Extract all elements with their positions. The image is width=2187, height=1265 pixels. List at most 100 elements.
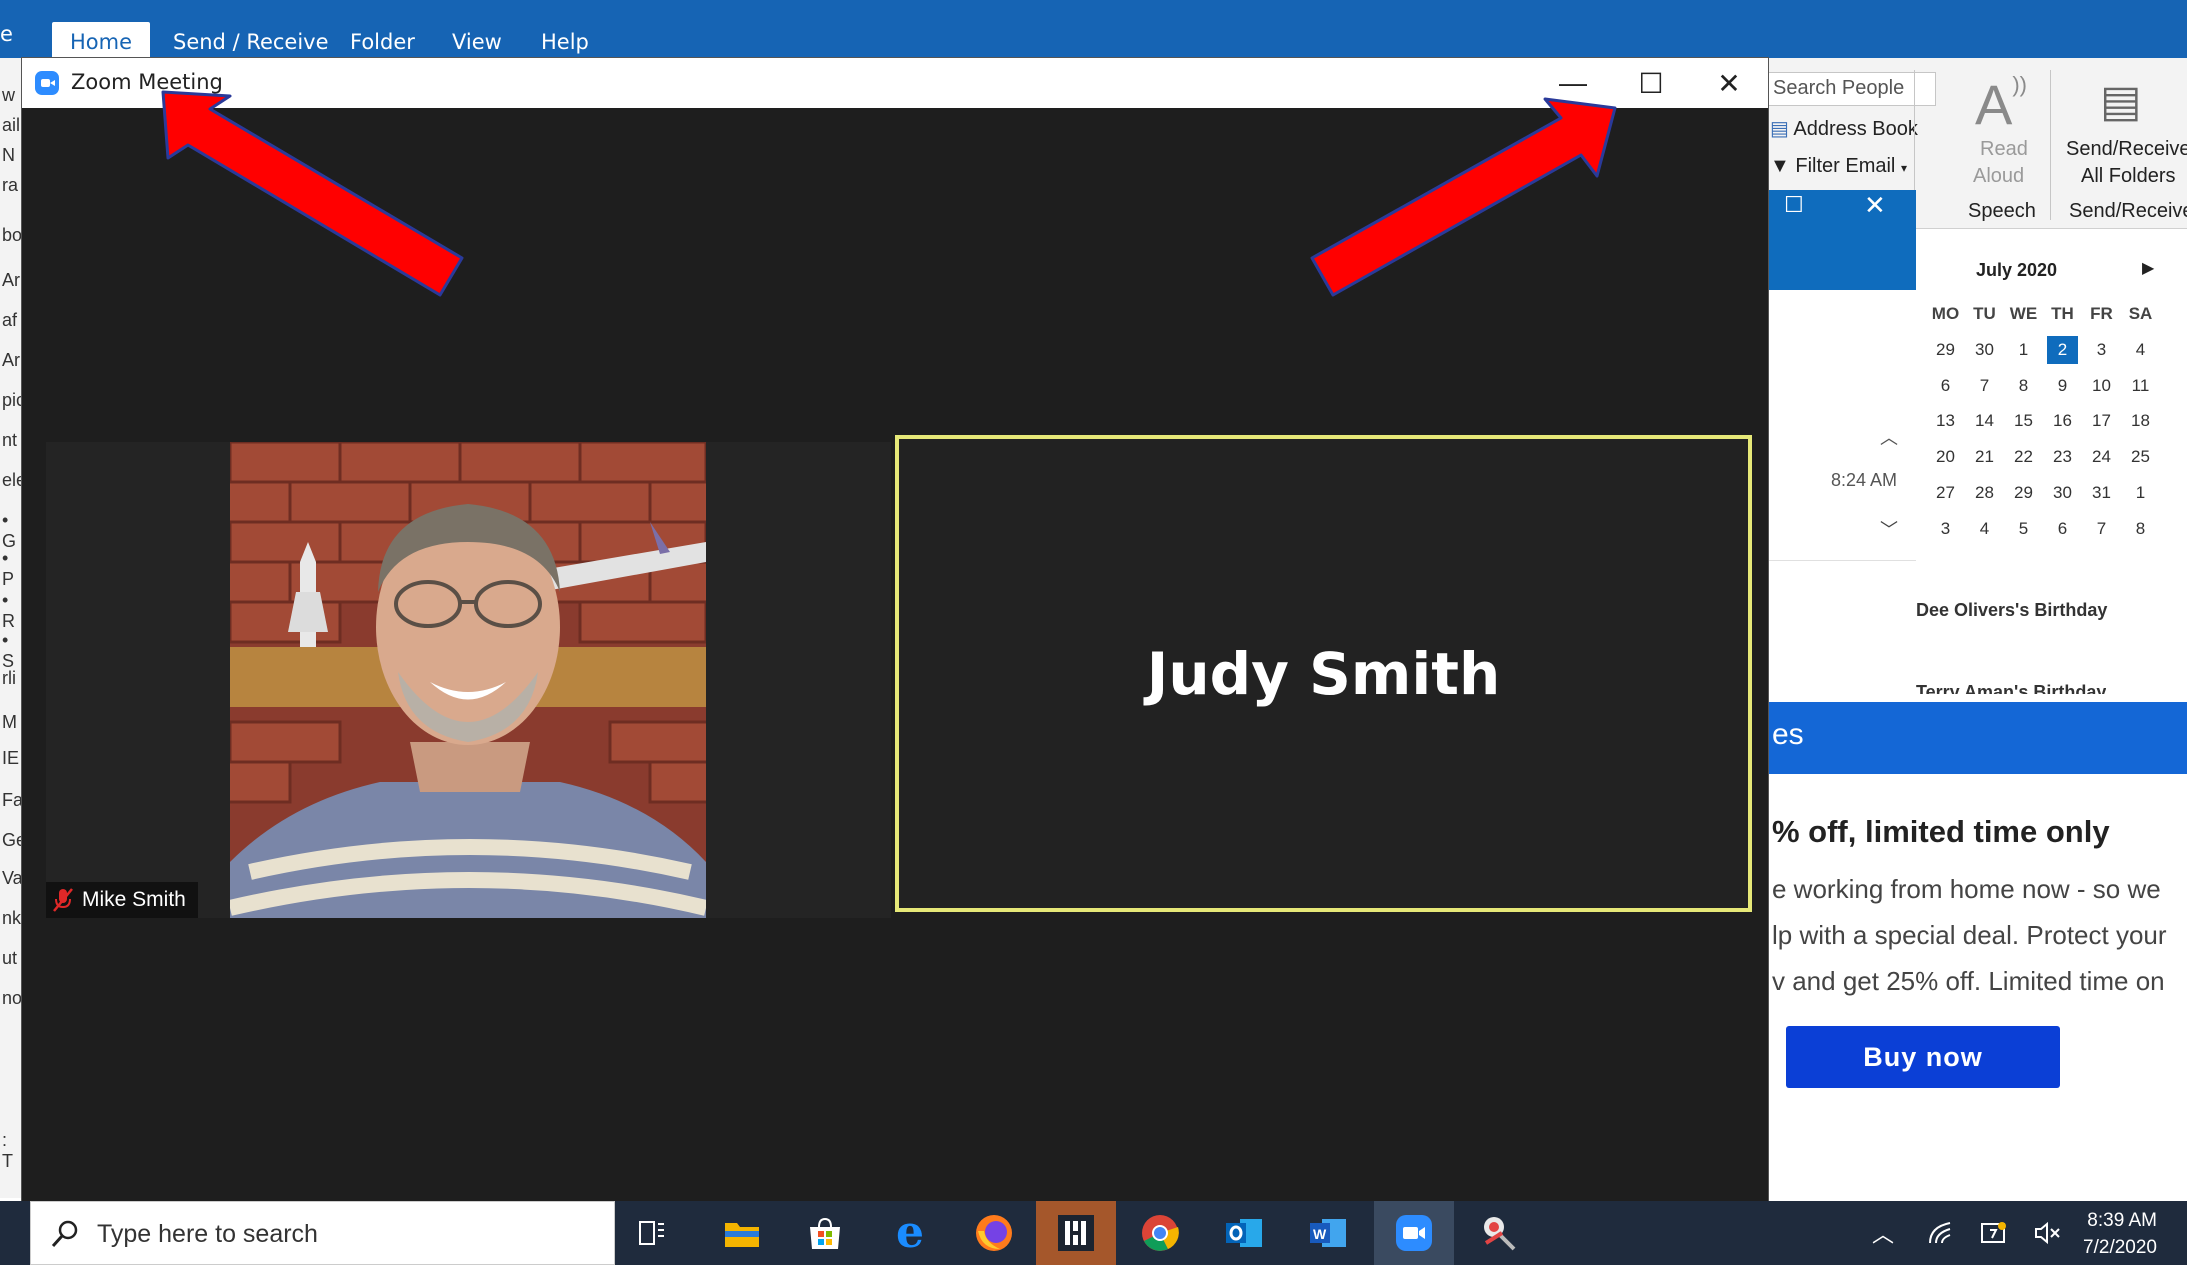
- calendar-day[interactable]: 6: [2043, 511, 2082, 547]
- folder-label-fragment[interactable]: IE: [2, 748, 19, 769]
- close-button[interactable]: ✕: [1694, 58, 1764, 108]
- calendar-day[interactable]: 10: [2082, 368, 2121, 404]
- outlook-icon[interactable]: [1222, 1211, 1266, 1255]
- folder-label-fragment[interactable]: af: [2, 310, 17, 331]
- calendar-day[interactable]: 21: [1965, 439, 2004, 475]
- folder-label-fragment[interactable]: : T: [2, 1130, 22, 1172]
- folder-label-fragment[interactable]: N: [2, 145, 15, 166]
- calendar-day[interactable]: 29: [1926, 332, 1965, 368]
- active-speaker-tile[interactable]: Judy Smith: [895, 435, 1752, 912]
- folder-label-fragment[interactable]: • P: [2, 548, 22, 590]
- folder-label-fragment[interactable]: bo: [2, 225, 22, 246]
- calendar-day[interactable]: 9: [2043, 368, 2082, 404]
- calendar-day[interactable]: 25: [2121, 439, 2160, 475]
- folder-label-fragment[interactable]: nt: [2, 430, 17, 451]
- calendar-event[interactable]: Dee Olivers's Birthday: [1916, 600, 2107, 621]
- folder-label-fragment[interactable]: Va: [2, 868, 23, 889]
- tab-home[interactable]: Home: [52, 22, 151, 58]
- calendar-day[interactable]: 20: [1926, 439, 1965, 475]
- chrome-icon[interactable]: [1138, 1211, 1182, 1255]
- search-people-input[interactable]: Search People: [1768, 72, 1936, 106]
- calendar-day[interactable]: 14: [1965, 403, 2004, 439]
- calendar-day[interactable]: 8: [2121, 511, 2160, 547]
- folder-label-fragment[interactable]: ut: [2, 948, 17, 969]
- calendar-day[interactable]: 16: [2043, 403, 2082, 439]
- peek-close-icon[interactable]: ✕: [1864, 190, 1886, 221]
- calendar-day[interactable]: 28: [1965, 475, 2004, 511]
- battery-icon[interactable]: [1980, 1201, 2008, 1265]
- taskbar-search-box[interactable]: Type here to search: [30, 1201, 615, 1265]
- send-receive-label-1[interactable]: Send/Receive: [2066, 138, 2187, 161]
- calendar-day[interactable]: 1: [2121, 475, 2160, 511]
- calendar-day[interactable]: 3: [2082, 332, 2121, 368]
- calendar-day[interactable]: 27: [1926, 475, 1965, 511]
- folder-label-fragment[interactable]: nk: [2, 908, 21, 929]
- folder-label-fragment[interactable]: • G: [2, 510, 22, 552]
- read-aloud-label-2[interactable]: Aloud: [1973, 165, 2024, 188]
- tab-folder[interactable]: Folder: [350, 30, 415, 56]
- zoom-titlebar[interactable]: Zoom Meeting — ☐ ✕: [22, 58, 1768, 108]
- calendar-day[interactable]: 18: [2121, 403, 2160, 439]
- calendar-day[interactable]: 11: [2121, 368, 2160, 404]
- buy-now-button[interactable]: Buy now: [1786, 1026, 2060, 1088]
- folder-label-fragment[interactable]: no: [2, 988, 22, 1009]
- participant-video-tile[interactable]: Mike Smith: [46, 442, 891, 918]
- volume-muted-icon[interactable]: [2034, 1201, 2062, 1265]
- send-receive-label-2[interactable]: All Folders: [2081, 165, 2175, 188]
- folder-label-fragment[interactable]: • S: [2, 630, 22, 672]
- calendar-day[interactable]: 8: [2004, 368, 2043, 404]
- calendar-day[interactable]: 22: [2004, 439, 2043, 475]
- calendar-day[interactable]: 7: [1965, 368, 2004, 404]
- next-month-icon[interactable]: ▶: [2142, 258, 2154, 278]
- calendar-day[interactable]: 15: [2004, 403, 2043, 439]
- calendar-day[interactable]: 23: [2043, 439, 2082, 475]
- calendar-day[interactable]: 29: [2004, 475, 2043, 511]
- microsoft-store-icon[interactable]: [803, 1211, 847, 1255]
- folder-label-fragment[interactable]: ra: [2, 175, 18, 196]
- folder-label-fragment[interactable]: Ar: [2, 350, 20, 371]
- snipping-tool-icon[interactable]: [1476, 1211, 1520, 1255]
- calendar-day[interactable]: 17: [2082, 403, 2121, 439]
- tab-help[interactable]: Help: [541, 30, 589, 56]
- peek-maximize-icon[interactable]: ☐: [1784, 192, 1804, 218]
- network-icon[interactable]: [1928, 1201, 1954, 1265]
- calendar-day[interactable]: 30: [2043, 475, 2082, 511]
- file-explorer-icon[interactable]: [720, 1211, 764, 1255]
- filter-email-button[interactable]: ▼ Filter Email ▾: [1770, 155, 1907, 178]
- chevron-down-icon[interactable]: ﹀: [1880, 516, 1898, 542]
- calendar-day[interactable]: 5: [2004, 511, 2043, 547]
- address-book-button[interactable]: ▤ Address Book: [1770, 116, 1918, 141]
- word-icon[interactable]: W: [1306, 1211, 1350, 1255]
- taskbar-clock[interactable]: 8:39 AM 7/2/2020: [2083, 1207, 2157, 1261]
- calendar-day[interactable]: 31: [2082, 475, 2121, 511]
- folder-label-fragment[interactable]: M: [2, 712, 17, 733]
- chevron-up-icon[interactable]: ︿: [1880, 424, 1898, 450]
- calendar-day[interactable]: 24: [2082, 439, 2121, 475]
- calendar-day[interactable]: 6: [1926, 368, 1965, 404]
- firefox-icon[interactable]: [972, 1211, 1016, 1255]
- edge-browser-icon[interactable]: e: [888, 1211, 932, 1255]
- calendar-day[interactable]: 7: [2082, 511, 2121, 547]
- calendar-day[interactable]: 2: [2047, 335, 2078, 364]
- calendar-day[interactable]: 4: [2121, 332, 2160, 368]
- calendar-day[interactable]: 4: [1965, 511, 2004, 547]
- calendar-day[interactable]: 13: [1926, 403, 1965, 439]
- calendar-day[interactable]: 3: [1926, 511, 1965, 547]
- read-aloud-label-1[interactable]: Read: [1980, 138, 2028, 161]
- folder-label-fragment[interactable]: ail: [2, 115, 20, 136]
- folder-label-fragment[interactable]: rli: [2, 668, 16, 689]
- app-icon[interactable]: [1054, 1211, 1098, 1255]
- file-tab-fragment[interactable]: e: [0, 22, 13, 48]
- tab-send-receive[interactable]: Send / Receive: [173, 30, 329, 56]
- folder-label-fragment[interactable]: • R: [2, 590, 22, 632]
- show-hidden-icons-icon[interactable]: ︿: [1872, 1201, 1894, 1265]
- maximize-button[interactable]: ☐: [1616, 58, 1686, 108]
- folder-label-fragment[interactable]: Ar: [2, 270, 20, 291]
- zoom-app-icon[interactable]: [1392, 1211, 1436, 1255]
- task-view-icon[interactable]: [630, 1211, 674, 1255]
- calendar-day[interactable]: 30: [1965, 332, 2004, 368]
- tab-view[interactable]: View: [452, 30, 502, 56]
- folder-label-fragment[interactable]: Fa: [2, 790, 23, 811]
- minimize-button[interactable]: —: [1538, 58, 1608, 108]
- calendar-event[interactable]: Terry Aman's Birthday: [1916, 682, 2106, 694]
